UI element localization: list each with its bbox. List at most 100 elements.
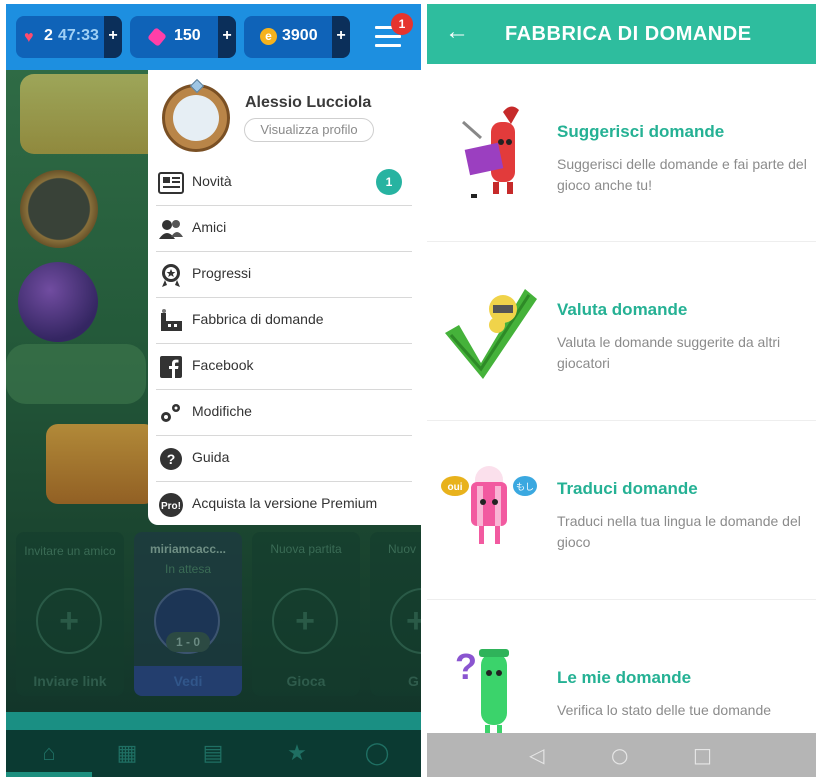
game-status: In attesa [164,562,212,576]
menu-item-label: Guida [192,449,230,465]
menu-item-facebook[interactable]: Facebook [156,344,412,390]
pencil-character-icon [462,106,519,198]
fence-decoration [6,344,146,404]
plus-icon[interactable]: + [390,588,421,654]
add-user-icon[interactable]: + [36,588,102,654]
tickets-counter[interactable]: 150 + [130,16,236,58]
recents-nav-icon[interactable]: □ [693,743,712,767]
menu-item-label: Acquista la versione Premium [192,495,378,511]
game-home-screen: ♥ 2 47:33 + 150 + e 3900 + 1 Alessio Luc… [6,4,421,777]
lives-counter[interactable]: ♥ 2 47:33 + [16,16,122,58]
game-score: 1 - 0 [166,632,210,652]
home-nav-icon[interactable]: ○ [611,743,628,767]
pro-badge-text: Pro! [161,501,181,512]
menu-item-label: Novità [192,173,232,189]
menu-item-label: Fabbrica di domande [192,311,324,327]
menu-item-label: Amici [192,219,227,235]
home-icon[interactable]: ⌂ [34,740,64,766]
menu-item-premium[interactable]: Pro! Acquista la versione Premium [156,482,412,528]
game-card-ongoing[interactable]: miriamcacc... In attesa 1 - 0 Vedi [134,532,242,696]
question-factory-screen: ← FABBRICA DI DOMANDE Suggerisci domande… [427,4,816,777]
menu-item-label: Modifiche [192,403,252,419]
newspaper-icon [158,172,184,194]
add-lives-button[interactable]: + [104,16,122,58]
svg-text:?: ? [455,646,477,687]
shop-icon[interactable]: ▤ [198,740,228,766]
plus-icon[interactable]: + [272,588,338,654]
card-description: Traduci nella tua lingua le domande del … [557,513,801,550]
lives-count: 2 [44,27,53,44]
menu-item-modifiche[interactable]: Modifiche [156,390,412,436]
menu-item-label: Facebook [192,357,254,373]
tickets-count: 150 [174,27,201,44]
card-title: Valuta domande [557,300,688,319]
friends-icon [159,220,183,239]
menu-item-guida[interactable]: ? Guida [156,436,412,482]
add-tickets-button[interactable]: + [218,16,236,58]
card-description: Valuta le domande suggerite da altri gio… [557,334,781,371]
ticket-icon [147,27,167,47]
screenshot-root: ♥ 2 47:33 + 150 + e 3900 + 1 Alessio Luc… [0,0,822,783]
game-card-new-2[interactable]: Nuov + G [370,532,421,696]
news-count-badge: 1 [376,169,402,195]
menu-item-progressi[interactable]: Progressi [156,252,412,298]
bubble-moshi: もし [516,482,534,493]
bubble-oui: oui [448,482,463,493]
play-button-background[interactable] [46,424,156,504]
game-card-title: Nuov [388,542,417,556]
menu-item-fabbrica[interactable]: Fabbrica di domande [156,298,412,344]
chat-icon[interactable]: ◯ [362,740,392,766]
menu-item-amici[interactable]: Amici [156,206,412,252]
view-game-button[interactable]: Vedi [134,666,242,696]
menu-item-label: Progressi [192,265,252,281]
gem-icon [189,78,205,94]
back-arrow-icon[interactable]: ← [445,18,469,46]
spin-ball-icon[interactable] [18,262,98,342]
system-nav-bar: ◁ ○ □ [427,733,816,777]
coins-counter[interactable]: e 3900 + [244,16,350,58]
invite-link-button[interactable]: Inviare link [16,666,124,696]
help-icon: ? [160,448,182,470]
menu-item-novita[interactable]: Novità 1 [156,160,412,206]
card-suggest[interactable]: Suggerisci domande Suggerisci delle doma… [427,64,816,242]
calendar-icon[interactable]: ▦ [112,740,142,766]
factory-icon [161,309,182,331]
skull-badge-icon[interactable] [20,170,98,248]
popcorn-character-icon: oui もし [441,466,537,544]
card-translate[interactable]: oui もし Traduci domande Traduci nella tua… [427,422,816,600]
game-card-invite[interactable]: Invitare un amico + Inviare link [16,532,124,696]
help-icon-symbol: ? [167,451,176,467]
active-tab-indicator [6,772,92,777]
play-button[interactable]: Gioca [252,666,360,696]
heart-icon: ♥ [24,29,34,46]
bottom-nav: ⌂ ▦ ▤ ★ ◯ [6,730,421,777]
lives-timer: 47:33 [58,27,99,44]
facebook-icon [160,356,182,378]
card-title: Le mie domande [557,668,692,687]
back-nav-icon[interactable]: ◁ [529,743,544,767]
nav-top-strip [6,712,421,730]
top-bar: ♥ 2 47:33 + 150 + e 3900 + 1 [6,4,421,70]
game-card-new[interactable]: Nuova partita + Gioca [252,532,360,696]
medal-icon [162,264,180,287]
notification-badge: 1 [391,13,413,35]
view-profile-button[interactable]: Visualizza profilo [244,118,374,142]
checkmark-character-icon [445,289,537,379]
card-title: Suggerisci domande [557,122,725,141]
page-title: FABBRICA DI DOMANDE [505,23,752,45]
dropdown-menu: Alessio Lucciola Visualizza profilo Novi… [148,70,421,525]
profile-name: Alessio Lucciola [245,94,372,111]
pro-icon: Pro! [159,493,183,517]
header: ← FABBRICA DI DOMANDE [427,4,816,64]
avatar[interactable] [162,78,230,152]
games-row: Invitare un amico + Inviare link miriamc… [6,532,421,696]
coin-icon: e [260,28,277,45]
test-tube-character-icon: ? [455,646,509,739]
play-button[interactable]: G [370,666,421,696]
card-rate[interactable]: Valuta domande Valuta le domande suggeri… [427,243,816,421]
avatar-placeholder [173,95,219,141]
card-description: Verifica lo stato delle tue domande [557,702,772,718]
card-title: Traduci domande [557,479,698,498]
add-coins-button[interactable]: + [332,16,350,58]
trophy-icon[interactable]: ★ [282,740,312,766]
